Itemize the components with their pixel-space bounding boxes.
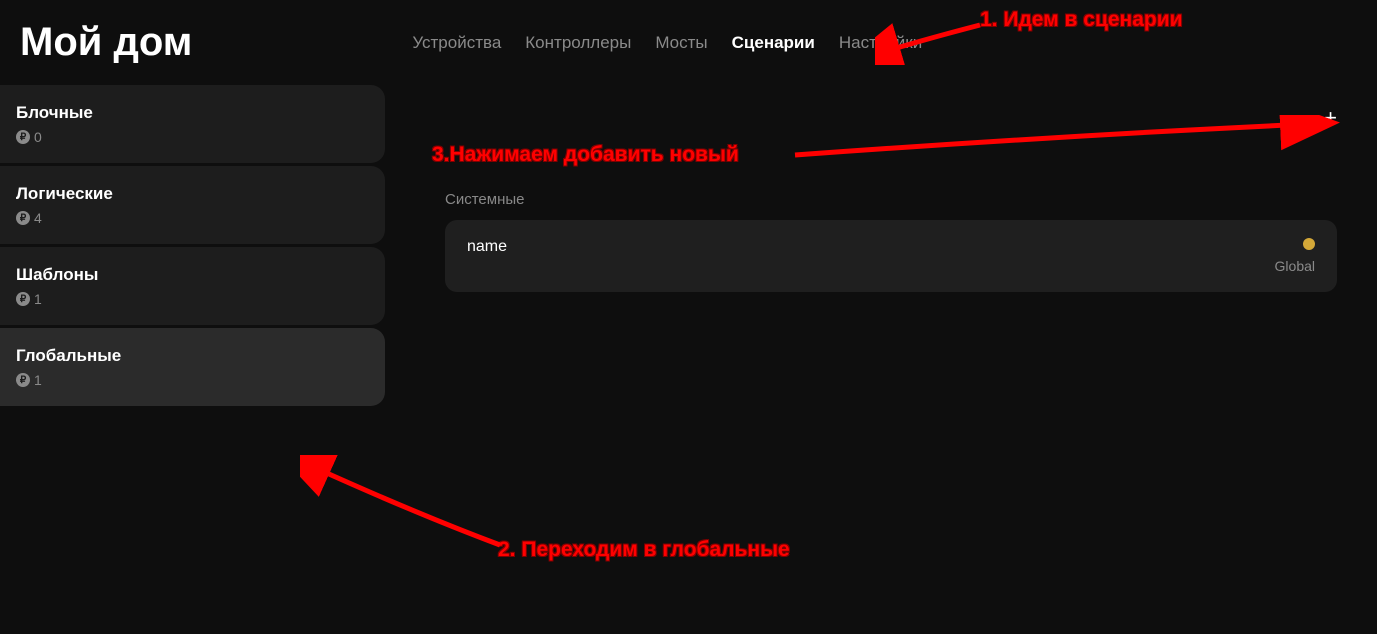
main-content: + Системные name Global [385,85,1377,409]
sidebar-item-label: Логические [16,184,369,204]
count-value: 1 [34,372,42,388]
nav-bridges[interactable]: Мосты [655,33,707,53]
sidebar: Блочные ₽ 0 Логические ₽ 4 Шаблоны ₽ 1 Г… [0,85,385,409]
status-dot-icon [1303,238,1315,250]
section-label: Системные [445,191,1337,208]
annotation-arrow-icon [300,455,510,555]
count-badge-icon: ₽ [16,130,30,144]
sidebar-item-count: ₽ 4 [16,210,369,226]
card-meta: Global [1275,238,1315,274]
sidebar-item-count: ₽ 1 [16,291,369,307]
sidebar-item-templates[interactable]: Шаблоны ₽ 1 [0,247,385,325]
nav-settings[interactable]: Настройки [839,33,922,53]
count-value: 4 [34,210,42,226]
sidebar-item-count: ₽ 1 [16,372,369,388]
count-badge-icon: ₽ [16,211,30,225]
nav-controllers[interactable]: Контроллеры [525,33,631,53]
card-name: name [467,238,507,256]
sidebar-item-label: Глобальные [16,346,369,366]
sidebar-item-block[interactable]: Блочные ₽ 0 [0,85,385,163]
count-value: 0 [34,129,42,145]
annotation-2: 2. Переходим в глобальные [498,538,790,562]
main-nav: Устройства Контроллеры Мосты Сценарии На… [412,33,922,53]
toolbar: + [445,85,1337,141]
scenario-card[interactable]: name Global [445,220,1337,292]
sidebar-item-label: Блочные [16,103,369,123]
sidebar-item-logic[interactable]: Логические ₽ 4 [0,166,385,244]
count-badge-icon: ₽ [16,292,30,306]
page-title: Мой дом [20,20,192,65]
sidebar-item-label: Шаблоны [16,265,369,285]
sidebar-item-global[interactable]: Глобальные ₽ 1 [0,328,385,406]
nav-scenarios[interactable]: Сценарии [732,33,815,53]
nav-devices[interactable]: Устройства [412,33,501,53]
count-badge-icon: ₽ [16,373,30,387]
card-tag: Global [1275,258,1315,274]
count-value: 1 [34,291,42,307]
sidebar-item-count: ₽ 0 [16,129,369,145]
add-button[interactable]: + [1324,105,1337,131]
